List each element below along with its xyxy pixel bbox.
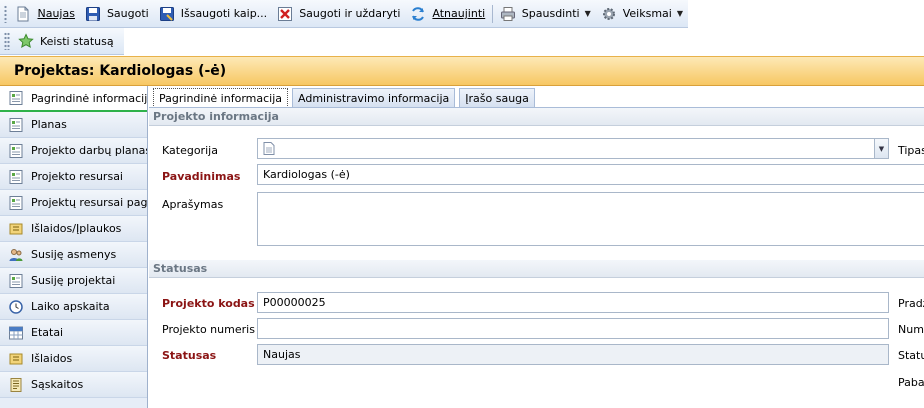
description-label: Aprašymas	[162, 198, 224, 211]
sidebar-item[interactable]: Projekto darbų planas	[0, 138, 147, 164]
people-icon	[9, 248, 23, 261]
project-number-label: Projekto numeris	[162, 323, 255, 336]
project-number-input[interactable]	[257, 318, 889, 339]
floppy-disk-icon	[85, 6, 100, 21]
print-label: Spausdinti	[521, 7, 580, 20]
sidebar-item-label: Etatai	[31, 326, 64, 339]
sidebar-item-label: Susiję asmenys	[31, 248, 117, 261]
status-field: Naujas	[257, 344, 889, 365]
form-icon	[9, 91, 23, 105]
save-as-button[interactable]: Išsaugoti kaip...	[154, 3, 272, 25]
chevron-down-icon[interactable]: ▼	[677, 9, 683, 18]
status-right-label: Status	[898, 349, 924, 362]
form-icon	[9, 195, 23, 210]
project-code-input[interactable]: P00000025	[257, 292, 889, 313]
table-icon	[9, 326, 23, 339]
sidebar-item[interactable]: Išlaidos/Įplaukos	[0, 216, 147, 242]
refresh-icon	[412, 6, 425, 21]
section-status: Statusas	[149, 260, 924, 278]
sidebar-item[interactable]: Susiję projektai	[0, 268, 147, 294]
left-navigation: Pagrindinė informacija Planas Projekto dar…	[0, 86, 148, 408]
save-close-icon	[278, 6, 293, 21]
project-code-label: Projekto kodas	[162, 297, 255, 310]
money-icon	[9, 353, 23, 364]
tab-main-info[interactable]: Pagrindinė informacija	[153, 88, 289, 108]
actions-label: Veiksmai	[622, 7, 672, 20]
print-button[interactable]: Spausdinti ▼	[495, 3, 596, 25]
refresh-button[interactable]: Atnaujinti	[405, 3, 490, 25]
sidebar-item-label: Laiko apskaita	[31, 300, 110, 313]
save-as-label: Išsaugoti kaip...	[180, 7, 268, 20]
page-title: Projektas: Kardiologas (-ė)	[0, 56, 924, 86]
description-textarea[interactable]	[257, 192, 924, 246]
tab-record-security[interactable]: Įrašo sauga	[459, 88, 535, 108]
new-label: Naujas	[37, 7, 75, 20]
sidebar-item[interactable]: Pagrindinė informacija	[0, 86, 147, 112]
section-project-info: Projekto informacija	[149, 108, 924, 126]
category-label: Kategorija	[162, 144, 218, 157]
sidebar-item-label: Planas	[31, 118, 67, 131]
save-as-icon	[159, 6, 174, 21]
sidebar-item[interactable]: Projekto resursai	[0, 164, 147, 190]
end-label: Pabai	[898, 376, 924, 389]
sidebar-item[interactable]: Planas	[0, 112, 147, 138]
sidebar-item[interactable]: Etatai	[0, 320, 147, 346]
save-label: Saugoti	[106, 7, 149, 20]
sidebar-item-label: Išlaidos	[31, 352, 73, 365]
sidebar-item-label: Susiję projektai	[31, 274, 116, 287]
sidebar-item-label: Projekto darbų planas	[31, 144, 147, 157]
sidebar-item-label: Išlaidos/Įplaukos	[31, 222, 122, 235]
tab-admin-info[interactable]: Administravimo informacija	[292, 88, 456, 108]
category-select[interactable]: ▼	[257, 138, 889, 159]
actions-button[interactable]: Veiksmai ▼	[596, 3, 688, 25]
new-button[interactable]: Naujas	[10, 3, 79, 25]
save-button[interactable]: Saugoti	[80, 3, 154, 25]
sidebar-item[interactable]: Laiko apskaita	[0, 294, 147, 320]
printer-icon	[500, 6, 515, 21]
star-icon	[18, 33, 34, 48]
form-content: Projekto informacija Kategorija ▼ Tipas …	[149, 107, 924, 408]
status-toolbar: Keisti statusą	[0, 28, 124, 55]
sidebar-item-label: Sąskaitos	[31, 378, 84, 391]
refresh-label: Atnaujinti	[432, 7, 486, 20]
change-status-button[interactable]: Keisti statusą	[13, 30, 119, 52]
start-label: Pradž	[898, 297, 924, 310]
chevron-down-icon[interactable]: ▼	[585, 9, 591, 18]
main-toolbar: Naujas Saugoti Išsaugoti kaip... Saugoti…	[0, 0, 688, 28]
sidebar-item[interactable]: Išlaidos	[0, 346, 147, 372]
form-icon	[9, 273, 23, 288]
clock-icon	[9, 299, 23, 314]
sidebar-item[interactable]: Projektų resursai pag...	[0, 190, 147, 216]
change-status-label: Keisti statusą	[40, 34, 114, 48]
chevron-down-icon[interactable]: ▼	[874, 139, 888, 158]
toolbar-grip[interactable]	[4, 4, 8, 23]
name-input[interactable]: Kardiologas (-ė)	[257, 164, 924, 185]
invoice-icon	[10, 377, 22, 392]
document-icon	[263, 142, 275, 155]
status-label: Statusas	[162, 349, 217, 362]
sidebar-item[interactable]: Sąskaitos	[0, 372, 147, 398]
sidebar-item-label: Projekto resursai	[31, 170, 123, 183]
form-icon	[9, 143, 23, 158]
type-label: Tipas	[898, 144, 924, 157]
save-close-label: Saugoti ir uždaryti	[299, 7, 401, 20]
number-right-label: Numa	[898, 323, 924, 336]
save-close-button[interactable]: Saugoti ir uždaryti	[272, 3, 405, 25]
money-icon	[9, 223, 23, 234]
tab-strip: Pagrindinė informacija Administravimo in…	[153, 88, 539, 108]
sidebar-item[interactable]: Susiję asmenys	[0, 242, 147, 268]
toolbar-separator	[492, 4, 493, 23]
form-icon	[9, 117, 23, 132]
name-label: Pavadinimas	[162, 170, 241, 183]
sidebar-item-label: Pagrindinė informacija	[31, 91, 147, 105]
form-icon	[9, 169, 23, 184]
toolbar-grip[interactable]	[4, 32, 10, 50]
sidebar-item-label: Projektų resursai pag...	[31, 196, 147, 209]
new-document-icon	[17, 6, 29, 21]
gear-icon	[602, 7, 615, 20]
